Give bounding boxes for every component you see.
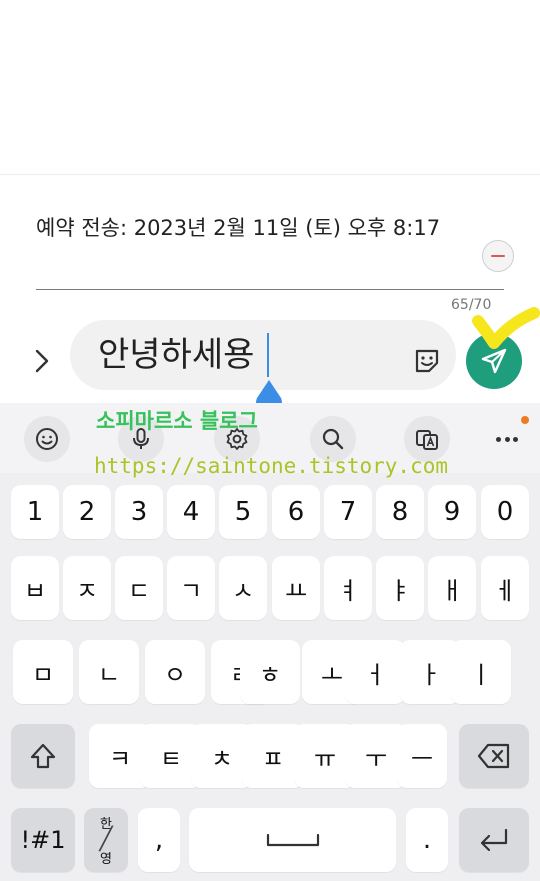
message-text[interactable]: 안녕하세용 bbox=[98, 333, 254, 377]
comma-key[interactable]: , bbox=[138, 808, 180, 872]
shift-arrow-icon bbox=[30, 743, 56, 769]
key-ieung[interactable]: ㅇ bbox=[145, 640, 205, 704]
enter-key[interactable] bbox=[459, 808, 529, 872]
key-yeo[interactable]: ㅕ bbox=[324, 556, 372, 620]
lang-english-label: 영 bbox=[100, 852, 112, 867]
key-3[interactable]: 3 bbox=[115, 485, 163, 539]
watermark-url: https://saintone.tistory.com bbox=[94, 454, 449, 478]
notification-dot bbox=[521, 416, 529, 424]
text-caret bbox=[267, 333, 269, 377]
key-6[interactable]: 6 bbox=[272, 485, 320, 539]
key-1[interactable]: 1 bbox=[11, 485, 59, 539]
key-bieup[interactable]: ㅂ bbox=[11, 556, 59, 620]
sticker-icon[interactable] bbox=[412, 346, 442, 376]
checkmark-annotation-icon bbox=[472, 307, 540, 349]
key-2[interactable]: 2 bbox=[63, 485, 111, 539]
scheduled-send-label: 예약 전송: 2023년 2월 11일 (토) 오후 8:17 bbox=[36, 216, 441, 240]
key-ya[interactable]: ㅑ bbox=[376, 556, 424, 620]
key-i[interactable]: ㅣ bbox=[451, 640, 511, 704]
period-key[interactable]: . bbox=[406, 808, 448, 872]
key-0[interactable]: 0 bbox=[481, 485, 529, 539]
divider bbox=[0, 174, 540, 175]
key-nieun[interactable]: ㄴ bbox=[79, 640, 139, 704]
key-hieut[interactable]: ㅎ bbox=[240, 640, 300, 704]
key-eo[interactable]: ㅓ bbox=[345, 640, 405, 704]
key-digeut[interactable]: ㄷ bbox=[115, 556, 163, 620]
watermark-title: 소피마르소 블로그 bbox=[96, 409, 258, 433]
key-giyeok[interactable]: ㄱ bbox=[167, 556, 215, 620]
space-icon bbox=[266, 833, 319, 847]
key-4[interactable]: 4 bbox=[167, 485, 215, 539]
enter-icon bbox=[480, 828, 508, 852]
schedule-divider bbox=[36, 289, 504, 290]
key-7[interactable]: 7 bbox=[324, 485, 372, 539]
key-8[interactable]: 8 bbox=[376, 485, 424, 539]
key-siot[interactable]: ㅅ bbox=[219, 556, 267, 620]
backspace-icon bbox=[477, 743, 510, 769]
key-ae[interactable]: ㅐ bbox=[428, 556, 476, 620]
shift-key[interactable] bbox=[11, 724, 75, 788]
key-9[interactable]: 9 bbox=[428, 485, 476, 539]
cancel-schedule-icon[interactable] bbox=[482, 240, 514, 272]
lang-slash: ╱ bbox=[99, 827, 113, 852]
space-key[interactable] bbox=[189, 808, 396, 872]
conversation-area bbox=[0, 0, 540, 174]
key-mieum[interactable]: ㅁ bbox=[13, 640, 73, 704]
key-yo[interactable]: ㅛ bbox=[272, 556, 320, 620]
key-5[interactable]: 5 bbox=[219, 485, 267, 539]
key-eu[interactable]: ㅡ bbox=[397, 724, 447, 788]
language-switch-key[interactable]: 한 ╱ 영 bbox=[84, 808, 128, 872]
backspace-key[interactable] bbox=[459, 724, 529, 788]
emoji-icon[interactable] bbox=[24, 416, 70, 462]
symbols-key[interactable]: !#1 bbox=[11, 808, 75, 872]
key-e[interactable]: ㅔ bbox=[481, 556, 529, 620]
key-jieut[interactable]: ㅈ bbox=[63, 556, 111, 620]
expand-chevron-icon[interactable] bbox=[30, 344, 54, 378]
